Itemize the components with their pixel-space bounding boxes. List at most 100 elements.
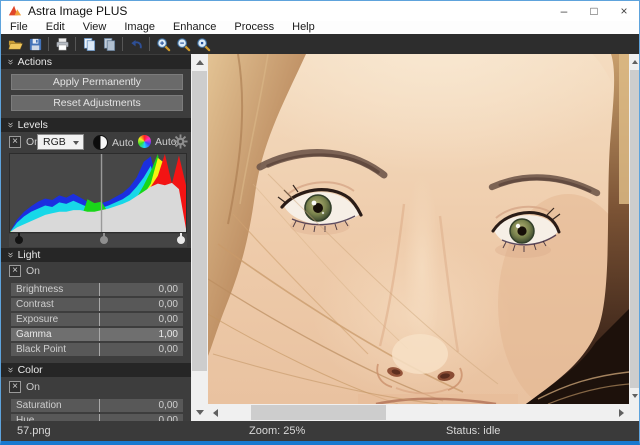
black-point-slider[interactable]: Black Point 0,00 <box>11 343 183 356</box>
image-canvas[interactable] <box>208 54 629 404</box>
collapse-chevron-icon: » <box>5 59 15 65</box>
color-on-toggle[interactable]: × On <box>9 381 40 393</box>
levels-on-toggle[interactable]: × On <box>9 136 40 148</box>
brightness-slider[interactable]: Brightness 0,00 <box>11 283 183 296</box>
auto-contrast-button[interactable]: Auto <box>93 135 134 150</box>
checkbox-checked-icon[interactable]: × <box>9 381 21 393</box>
scroll-left-icon[interactable] <box>213 409 218 417</box>
auto-color-icon <box>138 135 151 148</box>
collapse-chevron-icon: » <box>5 252 15 258</box>
zoom-actual-button[interactable] <box>193 35 213 53</box>
slider-value: 0,00 <box>159 344 178 355</box>
image-vertical-scrollbar[interactable] <box>629 54 640 404</box>
section-header-light[interactable]: » Light <box>1 248 191 262</box>
section-header-actions[interactable]: » Actions <box>1 55 191 69</box>
open-button[interactable] <box>5 35 25 53</box>
reset-adjustments-button[interactable]: Reset Adjustments <box>11 95 183 111</box>
close-button[interactable]: × <box>609 1 639 21</box>
checkbox-checked-icon[interactable]: × <box>9 265 21 277</box>
slider-handle[interactable] <box>99 283 100 296</box>
contrast-slider[interactable]: Contrast 0,00 <box>11 298 183 311</box>
checkbox-checked-icon[interactable]: × <box>9 136 21 148</box>
menu-help[interactable]: Help <box>283 21 324 34</box>
zoom-in-icon <box>156 37 171 52</box>
menu-enhance[interactable]: Enhance <box>164 21 225 34</box>
slider-handle[interactable] <box>99 343 100 356</box>
print-button[interactable] <box>52 35 72 53</box>
channel-select[interactable]: RGB <box>37 134 84 150</box>
paste-button[interactable] <box>99 35 119 53</box>
apply-permanently-button[interactable]: Apply Permanently <box>11 74 183 90</box>
exposure-slider[interactable]: Exposure 0,00 <box>11 313 183 326</box>
status-filename: 57.png <box>17 425 51 437</box>
image-hscrollbar-thumb[interactable] <box>251 405 386 420</box>
section-header-color[interactable]: » Color <box>1 363 191 377</box>
white-point-marker[interactable] <box>177 236 185 244</box>
saturation-slider[interactable]: Saturation 0,00 <box>11 399 183 412</box>
menu-bar: File Edit View Image Enhance Process Hel… <box>1 21 639 34</box>
zoom-actual-icon <box>196 37 211 52</box>
slider-value: 0,00 <box>159 400 178 411</box>
open-folder-icon <box>8 37 23 52</box>
levels-histogram-svg <box>10 154 186 232</box>
scroll-right-icon[interactable] <box>619 409 624 417</box>
undo-icon <box>129 37 144 52</box>
toolbar-separator <box>122 37 123 51</box>
zoom-out-button[interactable] <box>173 35 193 53</box>
image-vscrollbar-thumb[interactable] <box>630 70 639 388</box>
slider-handle[interactable] <box>99 414 100 421</box>
scroll-down-icon[interactable] <box>196 410 204 415</box>
scrollbar-corner <box>629 404 640 421</box>
save-button[interactable] <box>25 35 45 53</box>
menu-view[interactable]: View <box>74 21 116 34</box>
slider-value: 0,00 <box>159 314 178 325</box>
slider-label: Exposure <box>16 314 58 325</box>
undo-button[interactable] <box>126 35 146 53</box>
slider-label: Contrast <box>16 299 54 310</box>
copy-button[interactable] <box>79 35 99 53</box>
save-icon <box>28 37 43 52</box>
panel-scrollbar-thumb[interactable] <box>192 71 207 371</box>
hue-slider[interactable]: Hue 0,00 <box>11 414 183 421</box>
scroll-up-icon[interactable] <box>196 60 204 65</box>
levels-slider-track[interactable] <box>9 234 187 247</box>
gamma-slider[interactable]: Gamma 1,00 <box>11 328 183 341</box>
menu-process[interactable]: Process <box>225 21 283 34</box>
panel-scrollbar[interactable] <box>191 54 208 421</box>
scroll-down-icon[interactable] <box>632 394 638 398</box>
print-icon <box>55 37 70 52</box>
image-horizontal-scrollbar[interactable] <box>208 404 629 421</box>
app-window: Astra Image PLUS – □ × File Edit View Im… <box>0 0 640 445</box>
light-on-toggle[interactable]: × On <box>9 265 40 277</box>
levels-settings-button[interactable] <box>173 134 188 149</box>
slider-handle[interactable] <box>99 328 100 341</box>
slider-label: Black Point <box>16 344 66 355</box>
menu-edit[interactable]: Edit <box>37 21 74 34</box>
light-on-label: On <box>26 265 40 277</box>
slider-handle[interactable] <box>99 298 100 311</box>
slider-value: 0,00 <box>159 299 178 310</box>
chevron-down-icon <box>73 141 79 145</box>
auto-color-button[interactable]: Auto <box>138 135 177 148</box>
minimize-button[interactable]: – <box>549 1 579 21</box>
slider-handle[interactable] <box>99 313 100 326</box>
midtone-marker[interactable] <box>100 236 108 244</box>
black-point-marker[interactable] <box>15 236 23 244</box>
toolbar-separator <box>75 37 76 51</box>
toolbar-separator <box>149 37 150 51</box>
slider-value: 1,00 <box>159 329 178 340</box>
slider-label: Saturation <box>16 400 62 411</box>
zoom-in-button[interactable] <box>153 35 173 53</box>
light-title: Light <box>18 249 41 261</box>
title-bar: Astra Image PLUS – □ × <box>1 1 639 21</box>
scroll-up-icon[interactable] <box>632 60 638 64</box>
toolbar-separator <box>48 37 49 51</box>
auto-contrast-icon <box>93 135 108 150</box>
maximize-button[interactable]: □ <box>579 1 609 21</box>
slider-handle[interactable] <box>99 399 100 412</box>
adjustments-panel: » Actions Apply Permanently Reset Adjust… <box>1 54 191 421</box>
menu-file[interactable]: File <box>1 21 37 34</box>
section-header-levels[interactable]: » Levels <box>1 118 191 132</box>
menu-image[interactable]: Image <box>115 21 164 34</box>
auto-contrast-label: Auto <box>112 137 134 149</box>
